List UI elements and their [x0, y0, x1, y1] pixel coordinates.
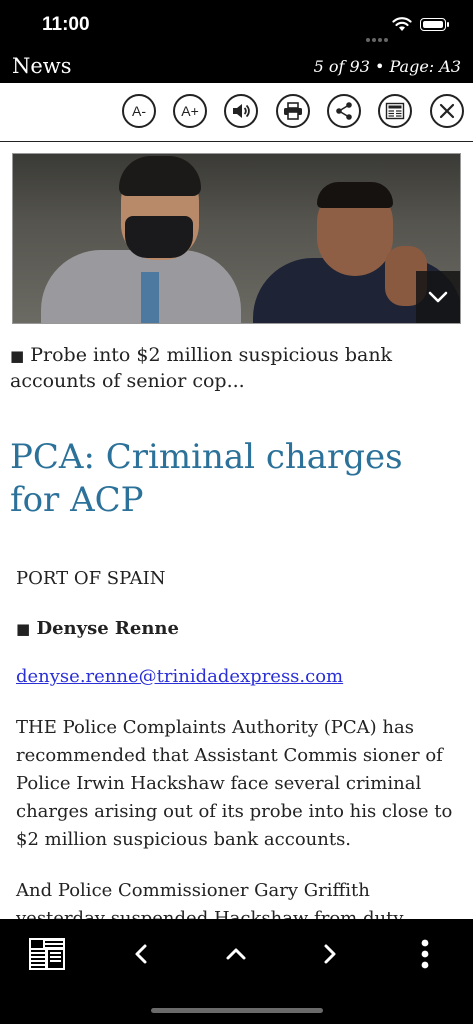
home-indicator[interactable] [151, 1008, 323, 1013]
chevron-right-icon [324, 944, 336, 964]
article-paragraph: THE Police Complaints Authority (PCA) ha… [16, 717, 453, 850]
author-email-link[interactable]: denyse.renne@trinidadexpress.com [16, 666, 343, 687]
chevron-up-icon [226, 948, 246, 960]
byline-bullet: ■ [16, 620, 31, 638]
font-decrease-button[interactable]: A- [122, 94, 156, 128]
photo-person-left-hair [119, 156, 201, 196]
signal-icon [366, 27, 390, 46]
more-vertical-icon [421, 939, 429, 969]
speaker-icon [233, 104, 250, 118]
scroll-top-button[interactable] [216, 935, 256, 973]
status-bar: 11:00 [0, 0, 473, 50]
caption-text: Probe into $2 million suspicious bank ac… [10, 344, 393, 392]
photo-caption: ■ Probe into $2 million suspicious bank … [10, 343, 460, 394]
share-button[interactable] [327, 94, 361, 128]
chevron-left-icon [135, 944, 147, 964]
caption-bullet: ■ [10, 347, 25, 365]
article-toolbar: A- A+ [0, 83, 473, 142]
share-icon [336, 102, 352, 120]
expand-photo-button[interactable] [416, 271, 460, 323]
font-decrease-label: A- [132, 103, 146, 119]
author-name: Denyse Renne [36, 618, 179, 639]
article-photo[interactable] [12, 153, 461, 324]
font-increase-button[interactable]: A+ [173, 94, 207, 128]
wifi-icon [392, 17, 412, 31]
dateline: PORT OF SPAIN [16, 568, 166, 589]
previous-article-button[interactable] [121, 935, 161, 973]
close-button[interactable] [430, 94, 464, 128]
font-increase-label: A+ [181, 103, 199, 119]
page-view-button[interactable] [378, 94, 412, 128]
read-aloud-button[interactable] [224, 94, 258, 128]
print-icon [284, 102, 302, 120]
photo-person-left-mask [125, 216, 193, 258]
header-bar: News 5 of 93 • Page: A3 [0, 50, 473, 83]
print-button[interactable] [276, 94, 310, 128]
app-title: News [12, 54, 72, 78]
photo-person-left-tie [141, 272, 159, 323]
page-indicator: 5 of 93 • Page: A3 [313, 57, 461, 76]
battery-icon [420, 18, 449, 31]
edition-view-button[interactable] [27, 935, 67, 973]
article-headline: PCA: Criminal charges for ACP [10, 437, 403, 520]
next-article-button[interactable] [310, 935, 350, 973]
chevron-down-icon [428, 291, 448, 303]
close-icon [439, 103, 455, 119]
status-time: 11:00 [42, 14, 90, 35]
photo-person-right-hair [317, 182, 393, 208]
byline: ■ Denyse Renne [16, 618, 179, 639]
more-options-button[interactable] [405, 935, 445, 973]
newspaper-icon [385, 102, 405, 120]
newspaper-icon [29, 938, 65, 970]
